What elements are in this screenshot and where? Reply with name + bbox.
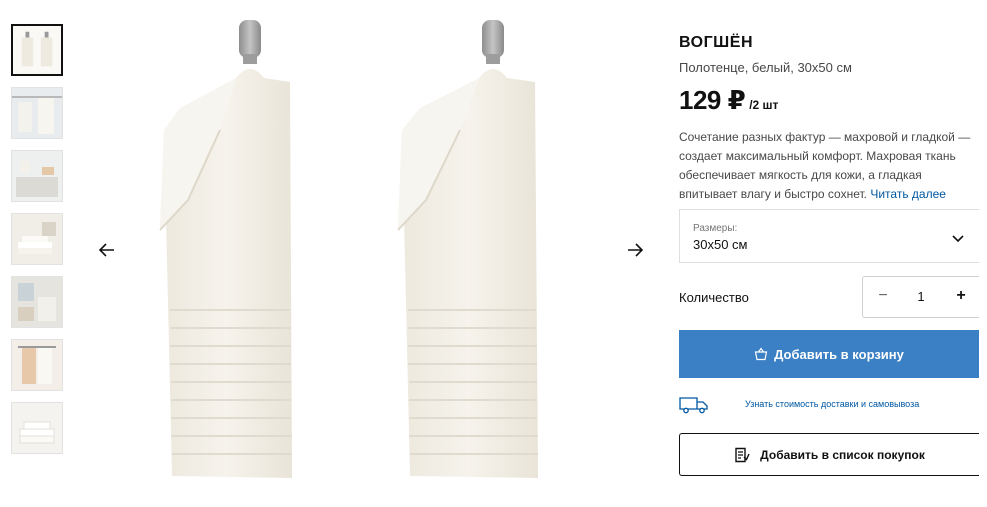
delivery-truck-icon [679,397,708,414]
quantity-value[interactable]: 1 [915,289,927,304]
thumbnail-folded-towels[interactable] [11,402,63,454]
shopping-list-icon [735,447,750,462]
product-subtitle: Полотенце, белый, 30x50 см [679,60,852,75]
delivery-cost-link[interactable]: Узнать стоимость доставки и самовывоза [745,399,919,409]
size-select[interactable]: Размеры: 30x50 см [679,209,979,263]
thumbnail-strip [11,24,65,465]
product-info: ВОГШЁН Полотенце, белый, 30x50 см 129 ₽ … [679,30,979,204]
delivery-info: Узнать стоимость доставки и самовывоза [679,396,979,414]
add-to-list-button[interactable]: Добавить в список покупок [679,433,979,476]
size-select-label: Размеры: [693,223,738,234]
thumbnail-towels-hanging[interactable] [11,87,63,139]
product-title: ВОГШЁН [679,34,754,51]
product-main-image [159,20,538,478]
thumbnail-bathroom-interior[interactable] [11,276,63,328]
shopping-bag-icon [754,347,768,361]
quantity-label: Количество [679,290,749,305]
add-to-cart-label: Добавить в корзину [774,346,904,362]
towel-left [159,20,292,478]
add-to-list-label: Добавить в список покупок [760,447,925,462]
read-more-link[interactable]: Читать далее [870,187,946,201]
next-image-button[interactable] [623,238,647,262]
thumbnail-towel-on-rail[interactable] [11,339,63,391]
product-description: Сочетание разных фактур — махровой и гла… [679,128,979,204]
add-to-cart-button[interactable]: Добавить в корзину [679,330,979,378]
arrow-right-icon [628,243,644,257]
thumbnail-towels-on-hooks[interactable] [11,24,63,76]
product-price: 129 ₽ [679,85,746,115]
price-row: 129 ₽ /2 шт [679,85,979,116]
thumbnail-bathroom-shelf[interactable] [11,150,63,202]
arrow-left-icon [98,243,114,257]
quantity-stepper: − 1 + [862,276,979,318]
price-unit: /2 шт [749,98,779,112]
towel-right [397,20,538,478]
quantity-increase-button[interactable]: + [953,287,969,307]
chevron-down-icon [952,235,964,243]
size-select-value: 30x50 см [693,237,748,252]
previous-image-button[interactable] [95,238,119,262]
quantity-decrease-button[interactable]: − [875,287,891,307]
thumbnail-folded-stack[interactable] [11,213,63,265]
